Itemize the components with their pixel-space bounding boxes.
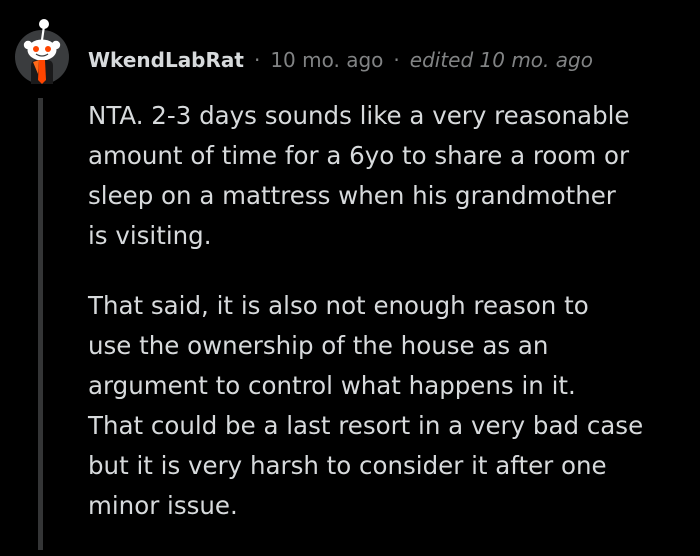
comment-timestamp[interactable]: 10 mo. ago bbox=[270, 48, 383, 72]
snoo-avatar-graphic bbox=[15, 19, 69, 84]
comment-body: NTA. 2-3 days sounds like a very reasona… bbox=[88, 96, 688, 556]
comment: WkendLabRat · 10 mo. ago · edited 10 mo.… bbox=[0, 0, 700, 550]
comment-paragraph: NTA. 2-3 days sounds like a very reasona… bbox=[88, 96, 688, 256]
comment-paragraph: That said, it is also not enough reason … bbox=[88, 286, 688, 526]
author-username[interactable]: WkendLabRat bbox=[88, 48, 244, 72]
text-line: is visiting. bbox=[88, 221, 212, 250]
text-line: minor issue. bbox=[88, 491, 238, 520]
meta-separator: · bbox=[393, 48, 400, 72]
text-line: argument to control what happens in it. bbox=[88, 371, 576, 400]
text-line: but it is very harsh to consider it afte… bbox=[88, 451, 607, 480]
edited-indicator: edited 10 mo. ago bbox=[409, 48, 593, 72]
text-line: amount of time for a 6yo to share a room… bbox=[88, 141, 630, 170]
text-line: sleep on a mattress when his grandmother bbox=[88, 181, 616, 210]
text-line: NTA. 2-3 days sounds like a very reasona… bbox=[88, 101, 630, 130]
meta-separator: · bbox=[253, 48, 261, 72]
snoo-avatar-icon[interactable] bbox=[15, 18, 69, 84]
text-line: use the ownership of the house as an bbox=[88, 331, 549, 360]
text-line: That could be a last resort in a very ba… bbox=[88, 411, 644, 440]
text-line: That said, it is also not enough reason … bbox=[88, 291, 589, 320]
comment-header: WkendLabRat · 10 mo. ago · edited 10 mo.… bbox=[88, 44, 593, 76]
thread-collapse-line[interactable] bbox=[38, 98, 43, 550]
